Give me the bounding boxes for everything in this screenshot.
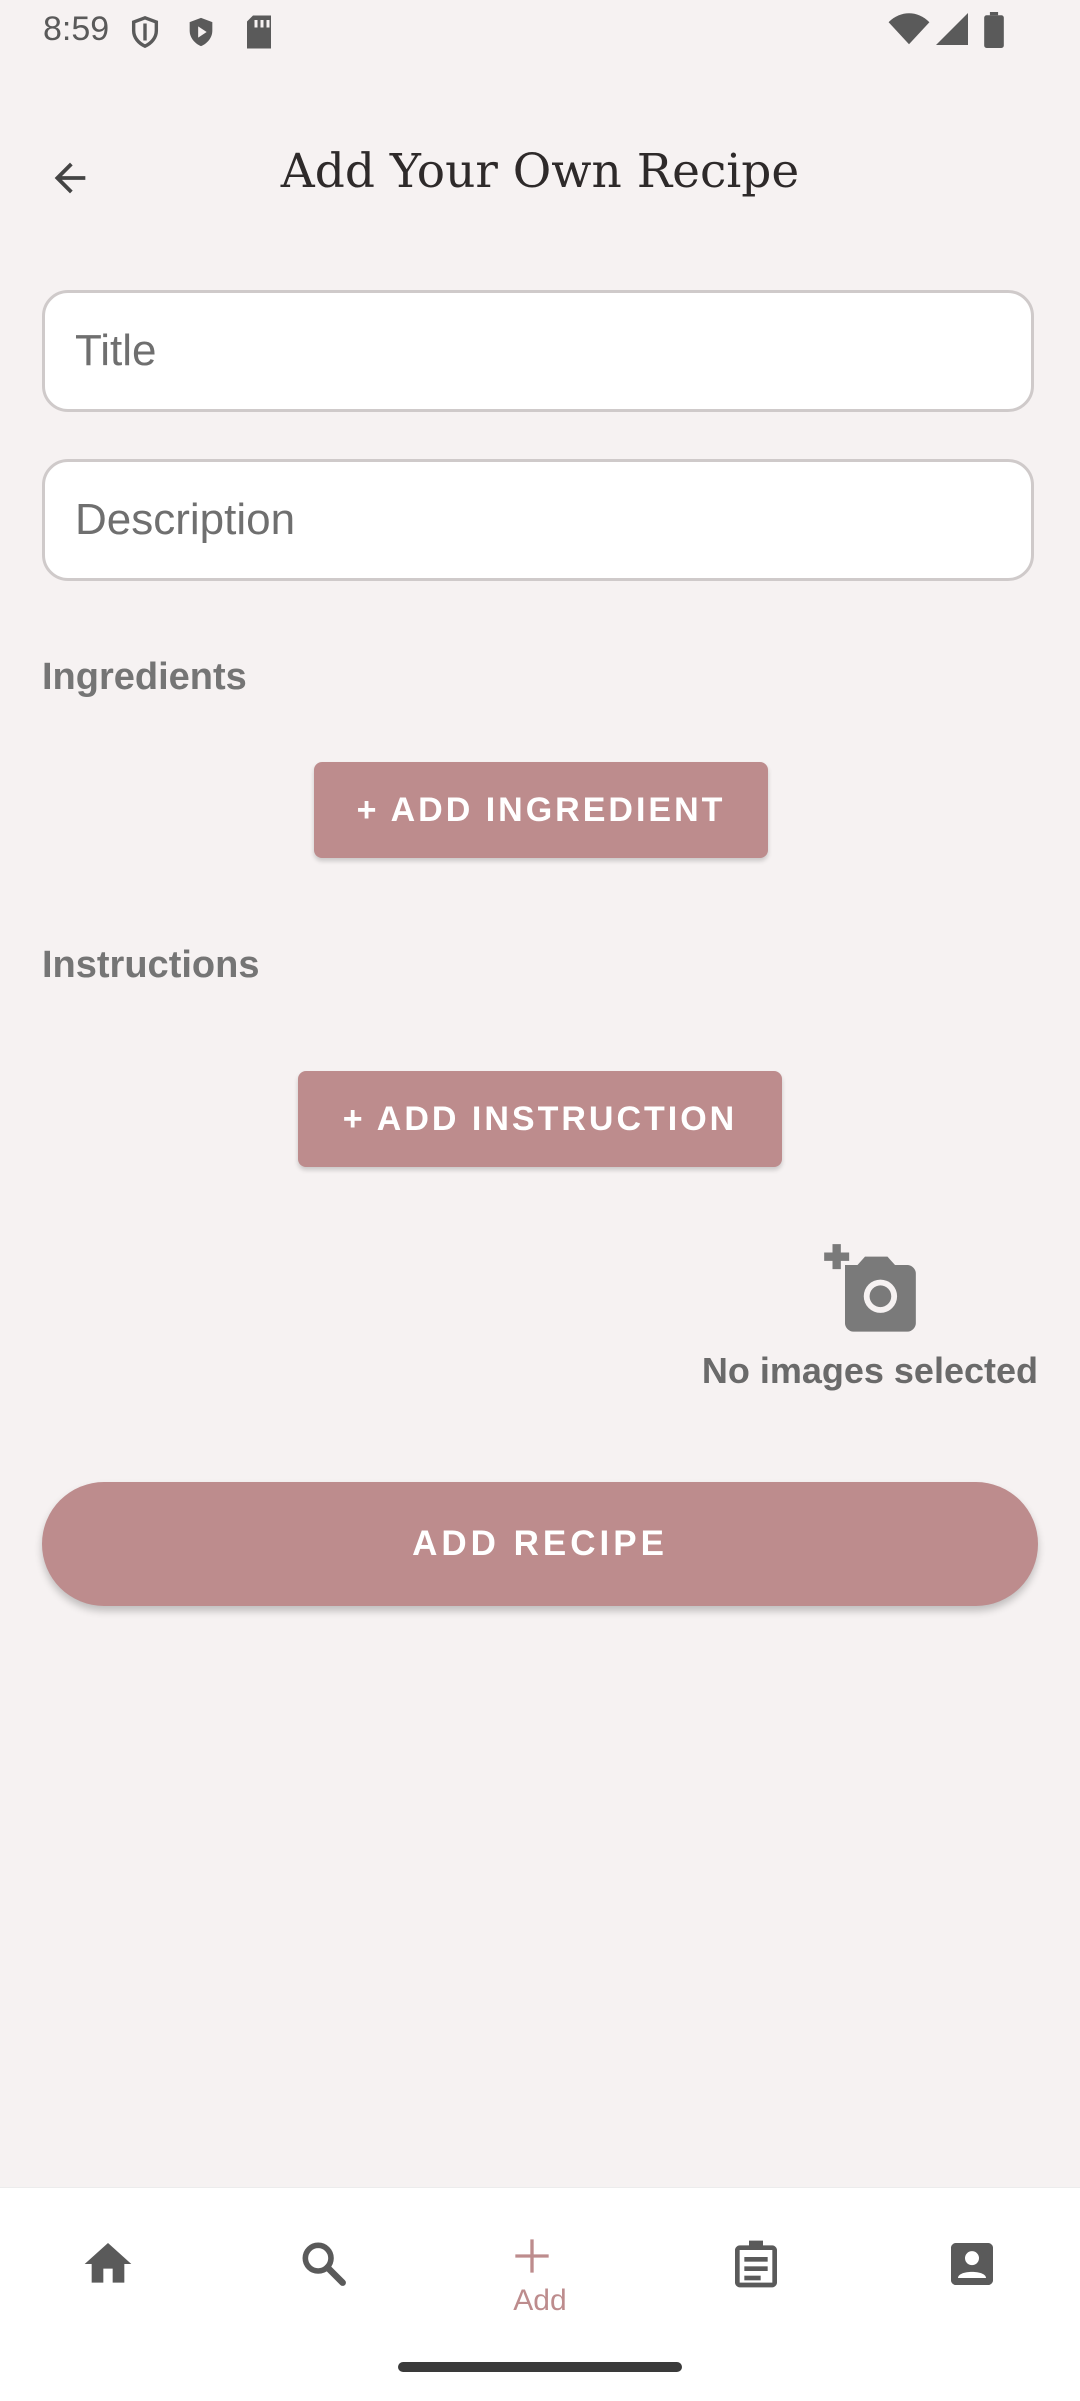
- nav-clipboard[interactable]: [648, 2188, 864, 2338]
- wifi-icon: [888, 13, 930, 45]
- nav-search[interactable]: [216, 2188, 432, 2338]
- signal-icon: [936, 13, 968, 45]
- home-icon: [84, 2243, 132, 2283]
- title-input[interactable]: [45, 293, 1031, 409]
- nav-profile[interactable]: [864, 2188, 1080, 2338]
- app-bar: Add Your Own Recipe: [0, 120, 1080, 230]
- add-photo-icon: [824, 1244, 916, 1332]
- nav-add[interactable]: Add: [432, 2188, 648, 2338]
- shield-outline-icon: [131, 16, 159, 49]
- description-field[interactable]: [42, 459, 1034, 581]
- ingredients-label: Ingredients: [42, 656, 247, 698]
- add-ingredient-button[interactable]: + ADD INGREDIENT: [314, 762, 768, 858]
- page-title: Add Your Own Recipe: [280, 144, 800, 199]
- title-field[interactable]: [42, 290, 1034, 412]
- add-instruction-button[interactable]: + ADD INSTRUCTION: [298, 1071, 782, 1167]
- instructions-label: Instructions: [42, 944, 260, 986]
- battery-icon: [984, 12, 1004, 48]
- nav-home[interactable]: [0, 2188, 216, 2338]
- add-recipe-button[interactable]: ADD RECIPE: [42, 1482, 1038, 1606]
- clipboard-icon: [735, 2240, 777, 2288]
- status-bar: 8:59: [0, 0, 1080, 64]
- add-icon: [515, 2239, 549, 2273]
- search-icon: [302, 2242, 346, 2286]
- add-image-button[interactable]: [820, 1240, 920, 1340]
- sd-card-icon: [247, 15, 271, 49]
- status-time: 8:59: [43, 10, 110, 48]
- home-indicator[interactable]: [398, 2362, 682, 2372]
- no-images-text: No images selected: [701, 1350, 1038, 1391]
- account-box-icon: [951, 2243, 993, 2285]
- nav-add-label: Add: [513, 2284, 567, 2317]
- play-shield-icon: [189, 17, 213, 47]
- description-input[interactable]: [45, 462, 1031, 578]
